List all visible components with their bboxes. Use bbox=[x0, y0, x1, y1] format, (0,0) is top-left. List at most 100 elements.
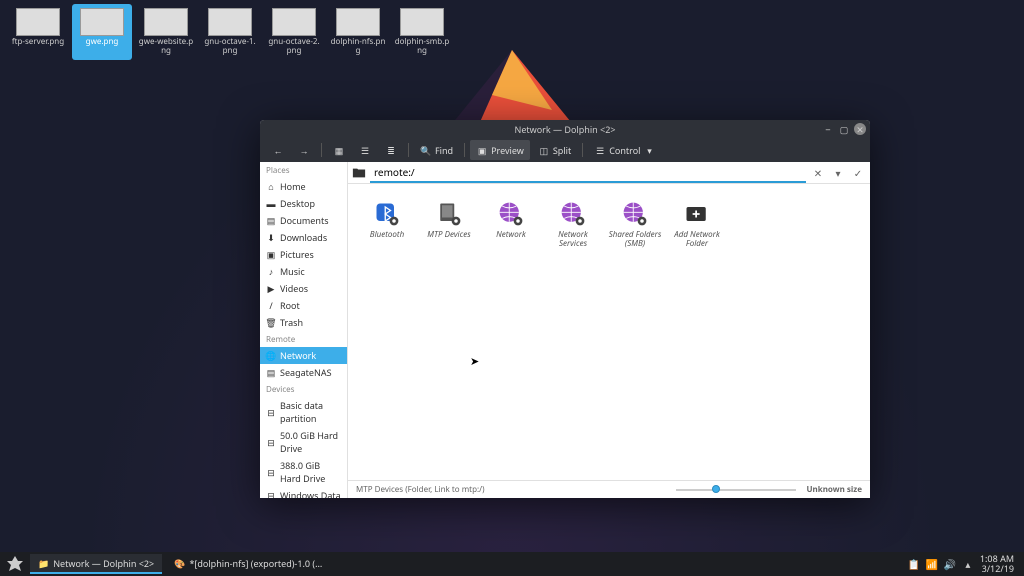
dolphin-icon: 📁 bbox=[38, 557, 49, 570]
address-dropdown-button[interactable]: ▾ bbox=[830, 165, 846, 181]
clock[interactable]: 1:08 AM 3/12/19 bbox=[980, 554, 1014, 574]
drive-icon: ⊟ bbox=[266, 491, 276, 499]
system-tray: 📋 📶 🔊 ▴ 1:08 AM 3/12/19 bbox=[908, 554, 1020, 574]
list-details-icon: ≣ bbox=[385, 144, 397, 156]
sidebar-item-music[interactable]: ♪Music bbox=[260, 263, 347, 280]
clipboard-icon[interactable]: 📋 bbox=[908, 558, 920, 570]
control-menu-button[interactable]: ☰Control▾ bbox=[588, 140, 661, 160]
preview-icon: ▣ bbox=[476, 144, 488, 156]
globe-icon: 🌐 bbox=[266, 351, 276, 361]
desktop-icon[interactable]: ftp-server.png bbox=[8, 4, 68, 60]
music-icon: ♪ bbox=[266, 267, 276, 277]
address-bar: ✕ ▾ ✓ bbox=[348, 162, 870, 184]
globe-icon bbox=[559, 200, 587, 228]
item-network[interactable]: Network bbox=[480, 196, 542, 253]
bluetooth-icon bbox=[373, 200, 401, 228]
hamburger-icon: ☰ bbox=[594, 144, 606, 156]
places-panel: Places ⌂Home ▬Desktop ▤Documents ⬇Downlo… bbox=[260, 162, 348, 498]
view-icons-button[interactable]: ▦ bbox=[327, 140, 351, 160]
address-input[interactable] bbox=[370, 163, 806, 183]
documents-icon: ▤ bbox=[266, 216, 276, 226]
mtp-icon bbox=[435, 200, 463, 228]
split-icon: ◫ bbox=[538, 144, 550, 156]
home-icon: ⌂ bbox=[266, 182, 276, 192]
list-compact-icon: ☰ bbox=[359, 144, 371, 156]
videos-icon: ▶ bbox=[266, 284, 276, 294]
desktop-icon[interactable]: dolphin-nfs.png bbox=[328, 4, 388, 60]
search-icon: 🔍 bbox=[420, 144, 432, 156]
root-icon: / bbox=[266, 301, 276, 311]
volume-icon[interactable]: 🔊 bbox=[944, 558, 956, 570]
item-bluetooth[interactable]: Bluetooth bbox=[356, 196, 418, 253]
add-folder-icon bbox=[683, 200, 711, 228]
split-button[interactable]: ◫Split bbox=[532, 140, 577, 160]
sidebar-item-device[interactable]: ⊟388.0 GiB Hard Drive bbox=[260, 457, 347, 487]
arrow-right-icon: → bbox=[298, 144, 310, 156]
sidebar-item-trash[interactable]: 🗑Trash bbox=[260, 314, 347, 331]
item-mtp-devices[interactable]: MTP Devices bbox=[418, 196, 480, 253]
status-bar: MTP Devices (Folder, Link to mtp:/) Unkn… bbox=[348, 480, 870, 498]
address-go-button[interactable]: ✓ bbox=[850, 165, 866, 181]
maximize-button[interactable]: ▢ bbox=[838, 123, 850, 135]
globe-icon bbox=[497, 200, 525, 228]
sidebar-item-pictures[interactable]: ▣Pictures bbox=[260, 246, 347, 263]
desktop-icon[interactable]: gnu-octave-1.png bbox=[200, 4, 260, 60]
sidebar-item-device[interactable]: ⊟50.0 GiB Hard Drive bbox=[260, 427, 347, 457]
zoom-handle[interactable] bbox=[712, 485, 720, 493]
sidebar-item-videos[interactable]: ▶Videos bbox=[260, 280, 347, 297]
drive-icon: ⊟ bbox=[266, 437, 276, 447]
sidebar-item-documents[interactable]: ▤Documents bbox=[260, 212, 347, 229]
nas-icon: ▤ bbox=[266, 368, 276, 378]
forward-button[interactable]: → bbox=[292, 140, 316, 160]
view-compact-button[interactable]: ☰ bbox=[353, 140, 377, 160]
window-title: Network — Dolphin <2> bbox=[515, 123, 616, 136]
item-shared-folders-smb[interactable]: Shared Folders (SMB) bbox=[604, 196, 666, 253]
close-button[interactable]: ✕ bbox=[854, 123, 866, 135]
chevron-up-icon[interactable]: ▴ bbox=[962, 558, 974, 570]
sidebar-item-seagatenas[interactable]: ▤SeagateNAS bbox=[260, 364, 347, 381]
dolphin-window: Network — Dolphin <2> ‒ ▢ ✕ ← → ▦ ☰ ≣ 🔍F… bbox=[260, 120, 870, 498]
desktop-icon[interactable]: gnu-octave-2.png bbox=[264, 4, 324, 60]
remote-header: Remote bbox=[260, 331, 347, 347]
window-titlebar[interactable]: Network — Dolphin <2> ‒ ▢ ✕ bbox=[260, 120, 870, 138]
sidebar-item-device[interactable]: ⊟Windows Data bbox=[260, 487, 347, 498]
desktop-icon[interactable]: gwe-website.png bbox=[136, 4, 196, 60]
network-tray-icon[interactable]: 📶 bbox=[926, 558, 938, 570]
status-text: MTP Devices (Folder, Link to mtp:/) bbox=[356, 484, 485, 495]
minimize-button[interactable]: ‒ bbox=[822, 123, 834, 135]
gimp-icon: 🎨 bbox=[174, 557, 185, 570]
chevron-down-icon: ▾ bbox=[643, 144, 655, 156]
devices-header: Devices bbox=[260, 381, 347, 397]
application-launcher[interactable] bbox=[4, 553, 26, 575]
address-clear-button[interactable]: ✕ bbox=[810, 165, 826, 181]
desktop-icon[interactable]: gwe.png bbox=[72, 4, 132, 60]
sidebar-item-device[interactable]: ⊟Basic data partition bbox=[260, 397, 347, 427]
drive-icon: ⊟ bbox=[266, 467, 276, 477]
arrow-left-icon: ← bbox=[272, 144, 284, 156]
sidebar-item-network[interactable]: 🌐Network bbox=[260, 347, 347, 364]
pictures-icon: ▣ bbox=[266, 250, 276, 260]
taskbar: 📁 Network — Dolphin <2> 🎨 *[dolphin-nfs]… bbox=[0, 552, 1024, 576]
item-network-services[interactable]: Network Services bbox=[542, 196, 604, 253]
sidebar-item-home[interactable]: ⌂Home bbox=[260, 178, 347, 195]
preview-button[interactable]: ▣Preview bbox=[470, 140, 530, 160]
sidebar-item-downloads[interactable]: ⬇Downloads bbox=[260, 229, 347, 246]
sidebar-item-desktop[interactable]: ▬Desktop bbox=[260, 195, 347, 212]
globe-icon bbox=[621, 200, 649, 228]
item-add-network-folder[interactable]: Add Network Folder bbox=[666, 196, 728, 253]
zoom-slider[interactable] bbox=[676, 489, 796, 491]
task-entry[interactable]: 📁 Network — Dolphin <2> bbox=[30, 554, 162, 574]
view-details-button[interactable]: ≣ bbox=[379, 140, 403, 160]
desktop-icon[interactable]: dolphin-smb.png bbox=[392, 4, 452, 60]
desktop-icon-row: ftp-server.png gwe.png gwe-website.png g… bbox=[8, 4, 452, 60]
drive-icon: ⊟ bbox=[266, 407, 276, 417]
task-entry[interactable]: 🎨 *[dolphin-nfs] (exported)-1.0 (... bbox=[166, 554, 330, 574]
downloads-icon: ⬇ bbox=[266, 233, 276, 243]
sidebar-item-root[interactable]: /Root bbox=[260, 297, 347, 314]
content-view[interactable]: Bluetooth MTP Devices Network Network Se… bbox=[348, 184, 870, 480]
desktop-icon: ▬ bbox=[266, 199, 276, 209]
places-header: Places bbox=[260, 162, 347, 178]
back-button[interactable]: ← bbox=[266, 140, 290, 160]
find-button[interactable]: 🔍Find bbox=[414, 140, 459, 160]
grid-icon: ▦ bbox=[333, 144, 345, 156]
